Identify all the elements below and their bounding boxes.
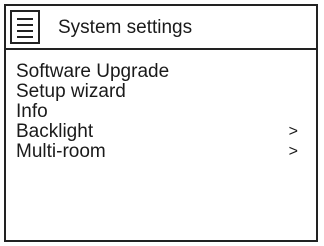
menu-list-icon: [10, 10, 40, 44]
menu-item-label: Backlight: [16, 121, 94, 142]
menu-item-label: Multi-room: [16, 141, 106, 162]
menu-item-label: Setup wizard: [16, 81, 126, 102]
menu-item-label: Software Upgrade: [16, 61, 170, 82]
menu-item-setup-wizard[interactable]: Setup wizard: [16, 82, 306, 102]
menu-item-multi-room[interactable]: Multi-room >: [16, 142, 306, 162]
device-screen: System settings Software Upgrade Setup w…: [4, 4, 318, 242]
menu-item-info[interactable]: Info: [16, 102, 306, 122]
chevron-right-icon: >: [288, 143, 298, 160]
page-title: System settings: [58, 17, 193, 38]
menu-item-software-upgrade[interactable]: Software Upgrade: [16, 62, 306, 82]
menu-item-label: Info: [16, 101, 48, 122]
header: System settings: [6, 6, 316, 50]
menu-item-backlight[interactable]: Backlight >: [16, 122, 306, 142]
chevron-right-icon: >: [288, 123, 298, 140]
settings-menu: Software Upgrade Setup wizard Info Backl…: [16, 62, 306, 162]
